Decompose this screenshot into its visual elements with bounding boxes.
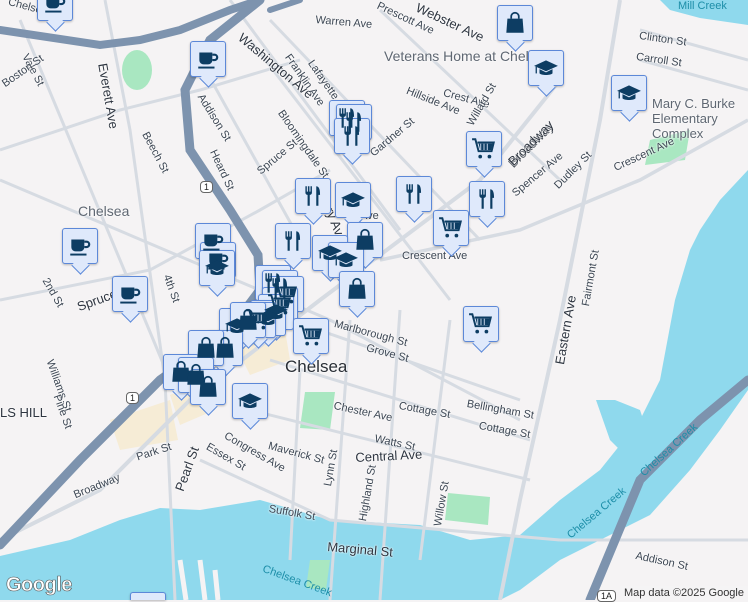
route-shield: 1: [200, 181, 214, 193]
route-shield: 1A: [597, 590, 617, 602]
street-label: Mill Creek: [678, 0, 727, 12]
coffee-marker[interactable]: [190, 41, 226, 77]
shopping-icon: [197, 336, 215, 358]
restaurant-icon: [344, 126, 360, 146]
coffee-icon: [70, 239, 91, 256]
coffee-marker[interactable]: [37, 0, 73, 21]
cart-marker[interactable]: [466, 131, 502, 167]
cart-icon: [299, 325, 322, 346]
shopping-marker[interactable]: [497, 5, 533, 41]
education-marker[interactable]: [335, 182, 371, 218]
cart-marker[interactable]: [463, 306, 499, 342]
cart-icon: [439, 217, 462, 238]
google-logo: Google: [6, 574, 73, 597]
shopping-icon: [348, 277, 366, 299]
education-marker[interactable]: [611, 75, 647, 111]
restaurant-marker[interactable]: [469, 181, 505, 217]
shopping-marker[interactable]: [230, 302, 266, 338]
restaurant-marker[interactable]: [275, 223, 311, 259]
restaurant-marker[interactable]: [334, 118, 370, 154]
coffee-icon: [45, 0, 66, 13]
restaurant-marker[interactable]: [396, 176, 432, 212]
shopping-marker[interactable]: [190, 369, 226, 405]
cart-marker[interactable]: [293, 318, 329, 354]
route-shield: 1: [126, 392, 140, 404]
shopping-icon: [506, 11, 524, 33]
cart-icon: [469, 313, 492, 334]
education-marker[interactable]: [528, 50, 564, 86]
restaurant-marker[interactable]: [295, 178, 331, 214]
coffee-marker[interactable]: [130, 592, 166, 600]
shopping-marker[interactable]: [339, 271, 375, 307]
restaurant-icon: [285, 231, 301, 251]
education-marker[interactable]: [232, 383, 268, 419]
coffee-marker[interactable]: [112, 276, 148, 312]
education-icon: [238, 393, 262, 409]
street-label: LS HILL: [0, 405, 47, 420]
restaurant-icon: [305, 186, 321, 206]
restaurant-icon: [406, 184, 422, 204]
coffee-marker[interactable]: [62, 228, 98, 264]
education-marker[interactable]: [199, 250, 235, 286]
street-label: Chelsea: [78, 203, 130, 219]
street-label: Crescent Ave: [402, 250, 468, 262]
restaurant-icon: [479, 189, 495, 209]
shopping-icon: [239, 308, 257, 330]
education-marker[interactable]: [328, 242, 364, 278]
education-icon: [534, 60, 558, 76]
street-label: Mary C. Burke Elementary Complex: [652, 96, 736, 141]
education-icon: [334, 252, 358, 268]
coffee-icon: [120, 287, 141, 304]
cart-icon: [472, 138, 495, 159]
education-icon: [205, 260, 229, 276]
coffee-icon: [198, 52, 219, 69]
cart-marker[interactable]: [433, 210, 469, 246]
shopping-icon: [199, 375, 217, 397]
education-icon: [617, 85, 641, 101]
street-label: Veterans Home at Chelsea: [384, 48, 552, 64]
education-icon: [341, 192, 365, 208]
map-attribution[interactable]: Map data ©2025 Google: [619, 586, 748, 600]
